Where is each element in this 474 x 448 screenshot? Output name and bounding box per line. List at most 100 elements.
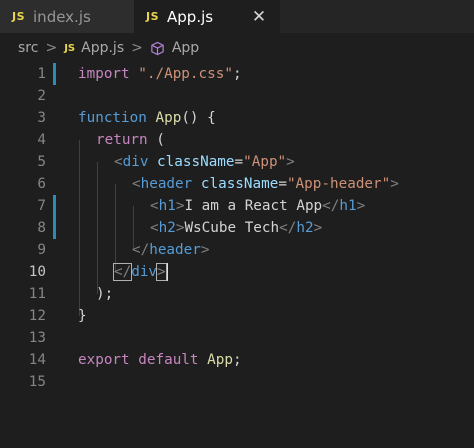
code-text: <h1>I am a React App</h1> xyxy=(150,195,365,217)
tag-bracket: </ xyxy=(322,198,340,214)
code-line: 1 import "./App.css"; xyxy=(0,63,474,85)
code-line: 12 } xyxy=(0,305,474,327)
jsx-text: I am a React App xyxy=(184,198,323,214)
code-text: <h2>WsCube Tech</h2> xyxy=(150,217,322,239)
line-number: 10 xyxy=(28,264,46,280)
chevron-right-icon: > xyxy=(131,40,143,56)
line-number: 8 xyxy=(37,220,46,236)
punctuation: = xyxy=(278,176,287,192)
function-name: App xyxy=(155,110,182,126)
attribute-name: className xyxy=(157,154,235,170)
keyword-default: default xyxy=(138,352,199,368)
string-literal: "App" xyxy=(243,154,287,170)
tab-bar: JS index.js JS App.js ✕ xyxy=(0,0,474,33)
tag-name: h2 xyxy=(158,220,176,236)
string-literal: "App-header" xyxy=(286,176,391,192)
punctuation: ; xyxy=(232,352,242,368)
line-number: 13 xyxy=(28,330,46,346)
js-file-icon: JS xyxy=(146,10,160,23)
code-text: } xyxy=(78,305,87,327)
code-line: 9 </header> xyxy=(0,239,474,261)
string-literal: "./App.css" xyxy=(138,66,233,82)
tag-bracket: > xyxy=(286,154,295,170)
code-text: <header className="App-header"> xyxy=(132,173,399,195)
punctuation: ( xyxy=(147,132,165,148)
breadcrumb-file[interactable]: App.js xyxy=(81,40,124,56)
symbol-cube-icon xyxy=(151,41,164,55)
tag-bracket-matched: </ xyxy=(112,263,133,281)
chevron-right-icon: > xyxy=(45,40,58,56)
tag-bracket: < xyxy=(114,154,123,170)
tab-label: App.js xyxy=(167,7,214,26)
code-text: return ( xyxy=(96,129,165,151)
tag-name: h2 xyxy=(296,220,314,236)
line-number: 2 xyxy=(37,88,46,104)
punctuation: () { xyxy=(181,110,216,126)
code-line: 11 ); xyxy=(0,283,474,305)
tag-name: div xyxy=(122,154,149,170)
tag-name: h1 xyxy=(339,198,357,214)
line-number: 12 xyxy=(28,308,46,324)
identifier: App xyxy=(207,352,233,368)
line-number: 9 xyxy=(37,242,46,258)
code-line: 5 <div className="App"> xyxy=(0,151,474,173)
tab-label: index.js xyxy=(33,7,91,26)
code-line: 7 <h1>I am a React App</h1> xyxy=(0,195,474,217)
code-editor[interactable]: 1 import "./App.css"; 2 3 function App()… xyxy=(0,63,474,448)
line-number: 6 xyxy=(37,176,46,192)
tag-bracket: > xyxy=(200,242,210,258)
line-number: 5 xyxy=(37,154,46,170)
attribute-name: className xyxy=(200,176,279,192)
tab-index-js[interactable]: JS index.js xyxy=(0,0,134,33)
close-icon[interactable]: ✕ xyxy=(250,7,268,27)
code-line: 3 function App() { xyxy=(0,107,474,129)
code-text: import "./App.css"; xyxy=(78,63,242,85)
breadcrumb-folder[interactable]: src xyxy=(18,40,38,56)
keyword-export: export xyxy=(78,352,130,368)
keyword-return: return xyxy=(96,132,148,148)
tag-name: header xyxy=(140,176,193,192)
tag-bracket: </ xyxy=(132,242,150,258)
tag-name: h1 xyxy=(158,198,176,214)
line-number: 3 xyxy=(37,110,46,126)
tag-bracket: < xyxy=(150,198,159,214)
punctuation: = xyxy=(234,154,244,170)
tag-bracket-matched: > xyxy=(156,263,167,281)
tag-bracket: > xyxy=(356,198,366,214)
code-line: 14 export default App; xyxy=(0,349,474,371)
js-file-icon: JS xyxy=(12,10,26,23)
tag-bracket: > xyxy=(313,220,323,236)
code-line: 4 return ( xyxy=(0,129,474,151)
keyword-function: function xyxy=(78,110,147,126)
punctuation: ; xyxy=(232,66,242,82)
code-text: <div className="App"> xyxy=(114,151,295,173)
tag-bracket: < xyxy=(132,176,141,192)
tag-bracket: < xyxy=(150,220,159,236)
tag-name: div xyxy=(131,264,158,280)
code-text: export default App; xyxy=(78,349,242,371)
punctuation: } xyxy=(78,308,87,324)
code-text: function App() { xyxy=(78,107,216,129)
code-text: ); xyxy=(96,283,113,305)
tag-bracket: > xyxy=(390,176,399,192)
keyword-import: import xyxy=(78,66,130,82)
code-line: 15 xyxy=(0,371,474,393)
line-number: 4 xyxy=(37,132,46,148)
tag-bracket: </ xyxy=(279,220,297,236)
js-file-icon: JS xyxy=(64,42,76,54)
jsx-text: WsCube Tech xyxy=(184,220,280,236)
punctuation: ); xyxy=(96,286,114,302)
code-text: </header> xyxy=(132,239,209,261)
breadcrumb: src > JS App.js > App xyxy=(0,33,474,63)
line-number: 15 xyxy=(28,374,46,390)
line-number: 11 xyxy=(28,286,46,302)
breadcrumb-symbol[interactable]: App xyxy=(172,40,199,56)
line-number: 7 xyxy=(37,198,46,214)
code-line: 8 <h2>WsCube Tech</h2> xyxy=(0,217,474,239)
line-number: 1 xyxy=(37,66,46,82)
tag-name: header xyxy=(149,242,201,258)
tab-app-js[interactable]: JS App.js ✕ xyxy=(134,0,280,33)
